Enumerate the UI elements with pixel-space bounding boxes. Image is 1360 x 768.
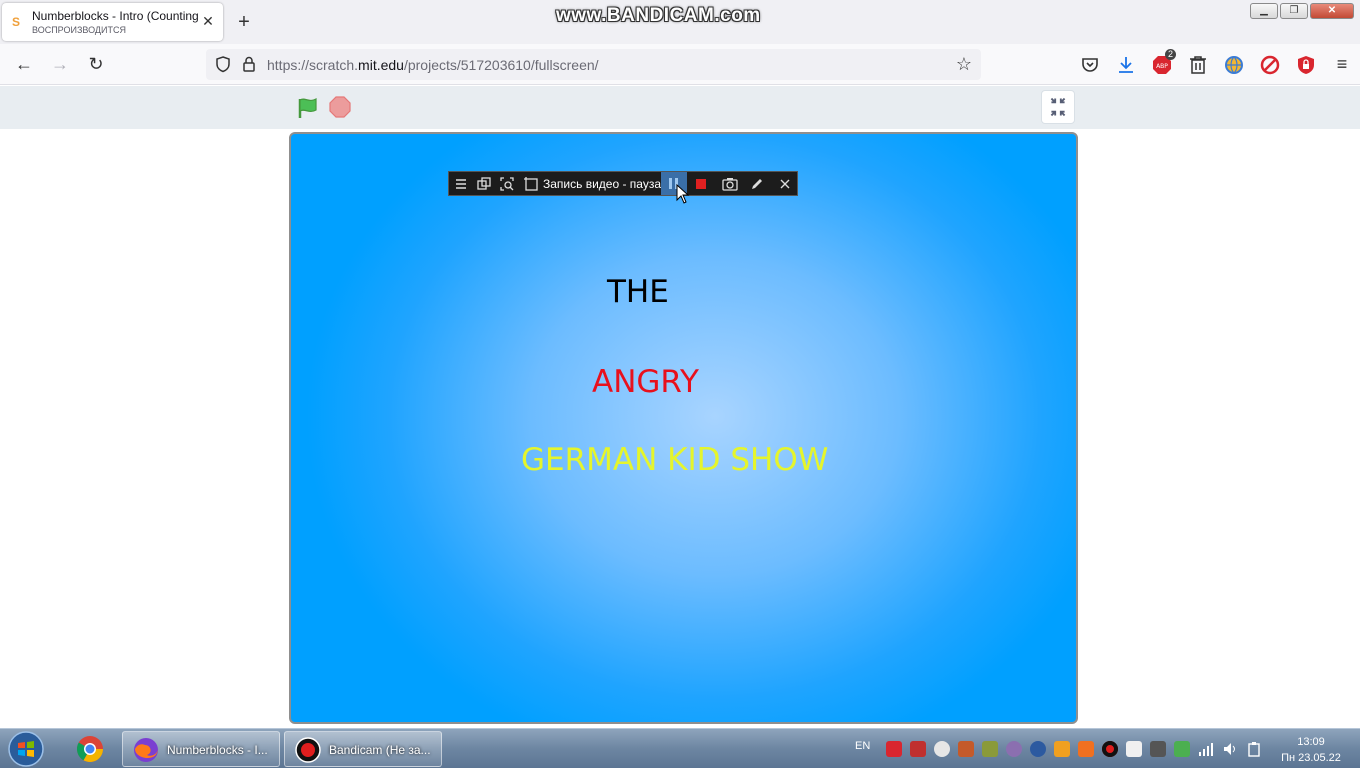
window-mode-icon[interactable] [475,175,493,193]
mouse-cursor-icon [676,184,690,204]
bandicam-recording-toolbar: Запись видео - пауза [448,171,798,196]
bandicam-menu-icon[interactable] [452,175,470,193]
reload-icon[interactable]: ↻ [84,52,108,76]
stop-sign-icon[interactable] [329,96,351,118]
globe-extension-icon[interactable] [1224,55,1244,75]
minimize-button[interactable]: ▁ [1250,3,1278,19]
trash-extension-icon[interactable] [1188,55,1208,75]
stop-recording-icon[interactable] [692,175,710,193]
scratch-controls-bar [0,86,1360,129]
resize-area-icon[interactable] [522,175,540,193]
bookmark-star-icon[interactable]: ☆ [953,53,975,75]
tray-browser-icon[interactable] [1006,741,1022,757]
pocket-icon[interactable] [1080,55,1100,75]
green-flag-icon[interactable] [296,96,320,120]
block-extension-icon[interactable] [1260,55,1280,75]
navigation-bar: ← → ↻ https://scratch.mit.edu/projects/5… [0,44,1360,85]
close-window-button[interactable]: ✕ [1310,3,1354,19]
volume-icon[interactable] [1222,741,1238,757]
taskbar-firefox-label: Numberblocks - I... [167,743,268,757]
system-clock[interactable]: 13:09 Пн 23.05.22 [1278,734,1344,766]
url-text[interactable]: https://scratch.mit.edu/projects/5172036… [267,57,599,73]
screenshot-camera-icon[interactable] [721,175,739,193]
taskbar-bandicam-window[interactable]: Bandicam (Не за... [284,731,442,767]
tray-device-icon[interactable] [1126,741,1142,757]
window-controls: ▁ ❐ ✕ [1250,3,1354,21]
region-search-icon[interactable] [498,175,516,193]
scratch-stage[interactable]: THE ANGRY GERMAN KID SHOW [289,132,1078,724]
toolbar-close-icon[interactable] [776,175,794,193]
stage-text-angry: ANGRY [592,364,699,400]
chrome-taskbar-icon[interactable] [68,731,112,767]
tab-close-icon[interactable]: ✕ [201,14,215,28]
draw-pencil-icon[interactable] [748,175,766,193]
recording-status: Запись видео - пауза [543,177,662,191]
signal-strength-icon[interactable] [1198,741,1214,757]
taskbar-firefox-window[interactable]: Numberblocks - I... [122,731,280,767]
lock-icon[interactable] [240,55,258,73]
tray-download-icon[interactable] [958,741,974,757]
exit-fullscreen-icon [1050,97,1066,117]
browser-tab[interactable]: S Numberblocks - Intro (Counting ВОСПРОИ… [2,3,223,41]
tray-folder-icon[interactable] [982,741,998,757]
tray-warning-icon[interactable] [1054,741,1070,757]
tracking-shield-icon[interactable] [214,55,232,73]
back-icon[interactable]: ← [12,52,36,76]
restore-button[interactable]: ❐ [1280,3,1308,19]
tab-strip: S Numberblocks - Intro (Counting ВОСПРОИ… [0,0,1360,44]
tray-bandicam-icon[interactable] [1102,741,1118,757]
stage-text-the: THE [607,274,669,310]
tray-shield-icon[interactable] [886,741,902,757]
menu-icon[interactable]: ≡ [1330,52,1354,76]
tray-disc-icon[interactable] [934,741,950,757]
taskbar-bandicam-label: Bandicam (Не за... [329,743,431,757]
tray-media-icon[interactable] [910,741,926,757]
clock-date: Пн 23.05.22 [1281,752,1341,764]
adblock-extension-icon[interactable]: ABP 2 [1152,49,1176,75]
tray-utorrent-icon[interactable] [1174,741,1190,757]
bandicam-icon [295,737,321,763]
stage-text-german-kid-show: GERMAN KID SHOW [521,442,829,478]
windows-taskbar: Numberblocks - I... Bandicam (Не за... E… [0,728,1360,768]
tab-playing-status: ВОСПРОИЗВОДИТСЯ [32,25,126,35]
tray-tools-icon[interactable] [1150,741,1166,757]
tab-title: Numberblocks - Intro (Counting [32,9,198,23]
shield-extension-icon[interactable] [1296,55,1316,75]
tray-network-globe-icon[interactable] [1030,741,1046,757]
address-bar[interactable]: https://scratch.mit.edu/projects/5172036… [206,49,981,80]
adblock-count-badge: 2 [1164,49,1176,60]
windows-start-icon[interactable] [6,730,46,768]
forward-icon[interactable]: → [48,52,72,76]
tray-app-icon[interactable] [1078,741,1094,757]
exit-fullscreen-button[interactable] [1041,90,1075,124]
scratch-favicon-icon: S [12,15,21,29]
firefox-icon [134,738,158,762]
language-indicator[interactable]: EN [855,740,870,752]
downloads-icon[interactable] [1116,55,1136,75]
clock-time: 13:09 [1297,736,1325,748]
clipboard-icon[interactable] [1246,741,1262,757]
new-tab-button[interactable]: + [234,12,254,32]
svg-text:ABP: ABP [1156,63,1168,70]
bandicam-watermark: www.BANDICAM.com [556,5,761,26]
